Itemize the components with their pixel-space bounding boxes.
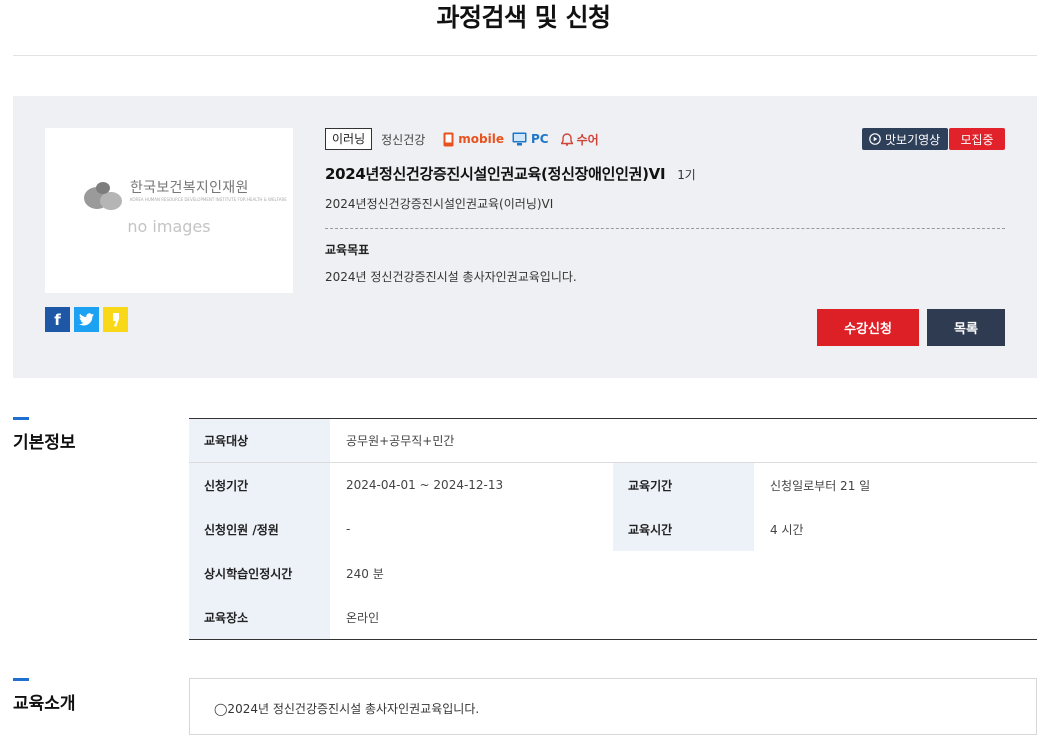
course-summary-panel: 한국보건복지인재원 KOREA HUMAN RESOURCE DEVELOPME… xyxy=(13,96,1037,378)
credit-hours-label: 상시학습인정시간 xyxy=(189,551,330,595)
sign-language-label: 수어 xyxy=(576,132,599,147)
education-goal-label: 교육목표 xyxy=(325,243,370,257)
play-circle-icon xyxy=(869,133,881,145)
edu-period-label: 교육기간 xyxy=(613,463,754,507)
edu-period-value: 신청일로부터 21 일 xyxy=(770,478,871,493)
table-row: 상시학습인정시간 240 분 xyxy=(189,551,1037,595)
course-title-text: 2024년정신건강증진시설인권교육(정신장애인인권)VI xyxy=(325,165,666,183)
preview-video-label: 맛보기영상 xyxy=(885,132,941,147)
kakaostory-share-icon[interactable] xyxy=(103,307,128,332)
thumbnail-brand-text: 한국보건복지인재원 xyxy=(130,180,249,196)
section-marker xyxy=(13,678,29,681)
course-round: 1기 xyxy=(677,168,696,182)
preview-video-button[interactable]: 맛보기영상 xyxy=(862,128,949,150)
capacity-value: - xyxy=(346,522,351,536)
course-type-tag: 이러닝 xyxy=(325,128,373,150)
dashed-divider xyxy=(325,228,1005,229)
table-row: 교육대상 공무원+공무직+민간 xyxy=(189,419,1037,463)
course-subtitle: 2024년정신건강증진시설인권교육(이러닝)VI xyxy=(325,197,554,211)
title-divider xyxy=(13,55,1037,56)
thumbnail-placeholder: no images xyxy=(127,217,211,236)
bell-icon xyxy=(560,132,573,146)
edu-hours-label: 교육시간 xyxy=(613,507,754,551)
target-label: 교육대상 xyxy=(189,419,330,462)
intro-text: ◯2024년 정신건강증진시설 총사자인권교육입니다. xyxy=(214,702,480,716)
thumbnail-brand-subtext: KOREA HUMAN RESOURCE DEVELOPMENT INSTITU… xyxy=(130,197,287,202)
course-thumbnail: 한국보건복지인재원 KOREA HUMAN RESOURCE DEVELOPME… xyxy=(45,128,293,293)
page-title: 과정검색 및 신청 xyxy=(436,3,611,32)
credit-hours-value: 240 분 xyxy=(346,566,384,581)
mobile-support-badge: mobile xyxy=(443,132,504,147)
target-value: 공무원+공무직+민간 xyxy=(346,434,455,448)
twitter-share-icon[interactable] xyxy=(74,307,99,332)
apply-period-label: 신청기간 xyxy=(189,463,330,507)
list-button[interactable]: 목록 xyxy=(927,309,1005,346)
table-row: 신청기간 2024-04-01 ~ 2024-12-13 교육기간 신청일로부터… xyxy=(189,463,1037,507)
basic-info-table: 교육대상 공무원+공무직+민간 신청기간 2024-04-01 ~ 2024-1… xyxy=(189,418,1037,640)
basic-info-section-title: 기본정보 xyxy=(13,433,76,453)
table-row: 신청인원 /정원 - 교육시간 4 시간 xyxy=(189,507,1037,551)
education-goal-text: 2024년 정신건강증진시설 총사자인권교육입니다. xyxy=(325,270,577,284)
edu-hours-value: 4 시간 xyxy=(770,522,804,537)
section-marker xyxy=(13,417,29,420)
apply-period-value: 2024-04-01 ~ 2024-12-13 xyxy=(346,478,504,492)
place-label: 교육장소 xyxy=(189,595,330,639)
facebook-share-icon[interactable]: f xyxy=(45,307,70,332)
sign-language-badge: 수어 xyxy=(560,131,599,148)
twitter-bird-icon xyxy=(79,313,94,326)
pc-support-badge: PC xyxy=(512,132,549,146)
table-row: 교육장소 온라인 xyxy=(189,595,1037,639)
intro-box: ◯2024년 정신건강증진시설 총사자인권교육입니다. xyxy=(189,678,1037,735)
course-title: 2024년정신건강증진시설인권교육(정신장애인인권)VI 1기 xyxy=(325,163,696,184)
mobile-label: mobile xyxy=(458,132,504,146)
mobile-phone-icon xyxy=(443,132,454,146)
capacity-label: 신청인원 /정원 xyxy=(189,507,330,551)
place-value: 온라인 xyxy=(346,610,380,625)
course-tag-row: 이러닝 정신건강 mobile PC 수어 xyxy=(325,128,599,150)
recruiting-status-badge: 모집중 xyxy=(949,128,1005,150)
apply-button[interactable]: 수강신청 xyxy=(817,309,919,346)
course-category: 정신건강 xyxy=(381,132,426,147)
monitor-icon xyxy=(512,132,527,146)
pc-label: PC xyxy=(531,132,549,146)
intro-section-title: 교육소개 xyxy=(13,694,76,714)
kakaostory-icon xyxy=(112,312,119,327)
